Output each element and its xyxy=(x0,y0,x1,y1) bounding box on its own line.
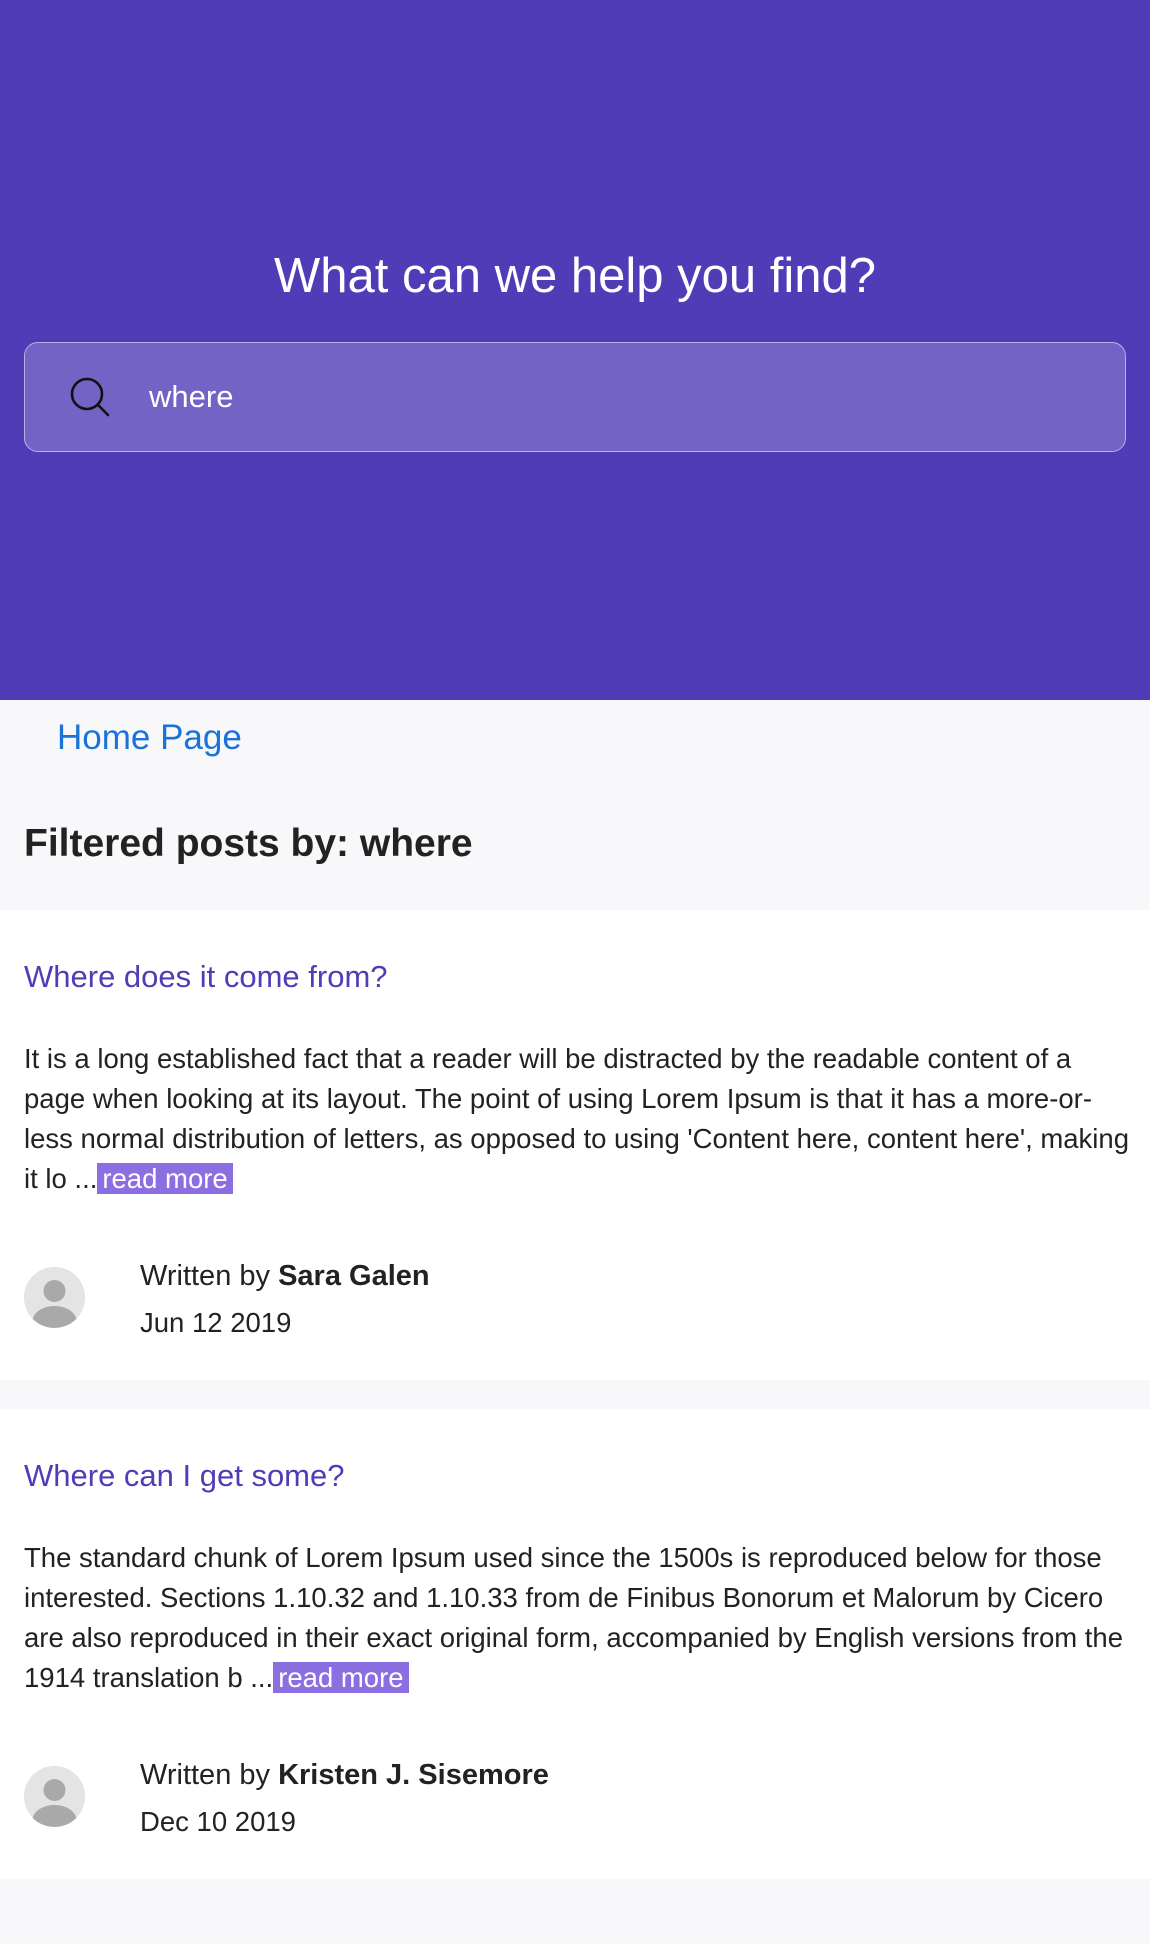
post-card: Where can I get some? The standard chunk… xyxy=(0,1409,1150,1879)
search-input[interactable] xyxy=(149,379,1049,415)
post-excerpt: It is a long established fact that a rea… xyxy=(24,1039,1134,1199)
author-line: Written by Kristen J. Sisemore xyxy=(140,1759,549,1792)
author-line: Written by Sara Galen xyxy=(140,1260,430,1293)
read-more-link[interactable]: read more xyxy=(97,1163,233,1194)
post-card: Where does it come from? It is a long es… xyxy=(0,910,1150,1380)
user-avatar-icon xyxy=(24,1267,85,1328)
post-excerpt: The standard chunk of Lorem Ipsum used s… xyxy=(24,1538,1134,1698)
written-by-label: Written by xyxy=(140,1759,271,1791)
post-title-link[interactable]: Where does it come from? xyxy=(24,959,388,995)
hero-banner: What can we help you find? xyxy=(0,0,1150,700)
post-excerpt-text: The standard chunk of Lorem Ipsum used s… xyxy=(24,1542,1124,1693)
post-date: Dec 10 2019 xyxy=(140,1806,296,1837)
written-by-label: Written by xyxy=(140,1260,271,1292)
search-icon[interactable] xyxy=(67,374,113,420)
author-name: Sara Galen xyxy=(278,1260,430,1292)
search-box[interactable] xyxy=(24,342,1126,452)
author-name: Kristen J. Sisemore xyxy=(278,1759,549,1791)
post-date: Jun 12 2019 xyxy=(140,1307,292,1338)
user-avatar-icon xyxy=(24,1766,85,1827)
hero-title: What can we help you find? xyxy=(274,249,876,303)
post-title-link[interactable]: Where can I get some? xyxy=(24,1458,345,1494)
read-more-link[interactable]: read more xyxy=(273,1662,409,1693)
breadcrumb-home-link[interactable]: Home Page xyxy=(57,718,242,758)
filter-heading: Filtered posts by: where xyxy=(24,822,473,865)
